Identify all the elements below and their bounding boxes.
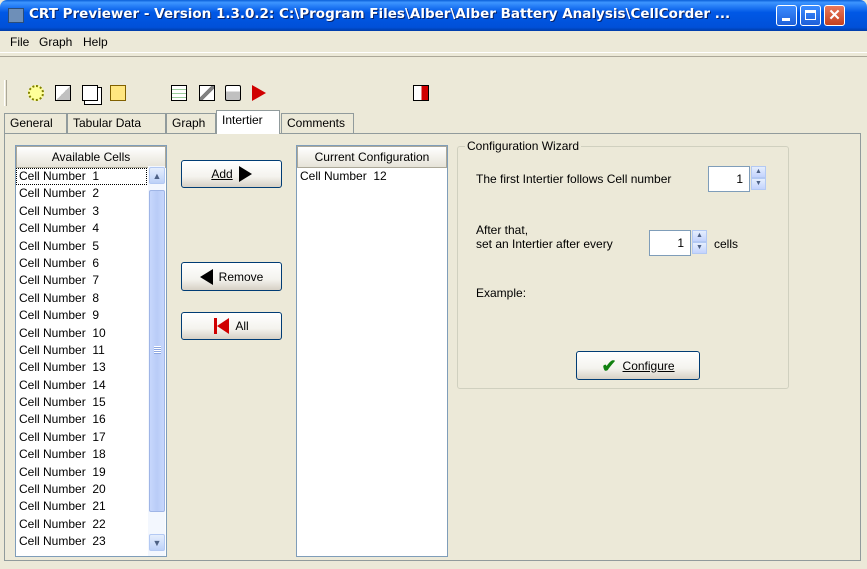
list-item[interactable]: Cell Number 13 — [16, 359, 147, 376]
spin-up-icon[interactable]: ▲ — [692, 230, 707, 242]
remove-all-icon — [214, 318, 230, 334]
list-item[interactable]: Cell Number 7 — [16, 272, 147, 289]
configure-button-label: Configure — [622, 358, 675, 373]
first-intertier-label: The first Intertier follows Cell number — [476, 172, 672, 186]
arrow-right-icon — [252, 85, 266, 101]
scroll-thumb[interactable] — [149, 190, 165, 512]
configure-button[interactable]: ✔ Configure — [576, 351, 700, 380]
spin-up-icon[interactable]: ▲ — [751, 166, 766, 178]
menu-graph[interactable]: Graph — [39, 35, 72, 49]
add-button-label: Add — [211, 167, 233, 181]
remove-button[interactable]: Remove — [181, 262, 282, 291]
minimize-button[interactable] — [776, 5, 797, 26]
arrow-right-icon — [238, 166, 252, 182]
toolbar-report-button[interactable] — [107, 82, 129, 104]
chevron-down-icon: ▼ — [152, 538, 162, 548]
minimize-icon — [782, 18, 790, 21]
copy-icon — [82, 85, 98, 101]
available-cells-list[interactable]: Available Cells Cell Number 1 Cell Number… — [15, 145, 167, 557]
add-button[interactable]: Add — [181, 160, 282, 188]
maximize-button[interactable] — [800, 5, 821, 26]
tab-general[interactable]: General — [4, 113, 67, 133]
after-that-label: After that, — [476, 223, 529, 237]
print-icon — [225, 85, 241, 101]
toolbar-grip — [4, 80, 7, 106]
toolbar-settings-button[interactable] — [196, 82, 218, 104]
list-item[interactable]: Cell Number 5 — [16, 238, 147, 255]
list-item[interactable]: Cell Number 21 — [16, 498, 147, 515]
list-item[interactable]: Cell Number 22 — [16, 516, 147, 533]
settings-icon — [199, 85, 215, 101]
app-icon[interactable] — [8, 8, 24, 23]
remove-all-button-label: All — [235, 319, 249, 333]
tab-tabular-data[interactable]: Tabular Data — [67, 113, 166, 133]
exit-icon — [413, 85, 429, 101]
tab-intertier[interactable]: Intertier — [216, 110, 280, 134]
list-item[interactable]: Cell Number 6 — [16, 255, 147, 272]
menu-file[interactable]: File — [10, 35, 29, 49]
list-item[interactable]: Cell Number 23 — [16, 533, 147, 550]
checkmark-icon: ✔ — [601, 355, 617, 376]
toolbar-exit-button[interactable] — [410, 82, 432, 104]
toolbar-forward-button[interactable] — [248, 82, 270, 104]
list-item[interactable]: Cell Number 17 — [16, 429, 147, 446]
close-icon: ✕ — [828, 7, 841, 24]
list-item[interactable]: Cell Number 4 — [16, 220, 147, 237]
current-configuration-header[interactable]: Current Configuration — [297, 146, 447, 168]
intertier-every-label: set an Intertier after every — [476, 237, 613, 251]
spin-down-icon[interactable]: ▼ — [751, 178, 766, 190]
toolbar-copy-button[interactable] — [79, 82, 101, 104]
list-item[interactable]: Cell Number 1 — [16, 168, 147, 186]
spin-down-icon[interactable]: ▼ — [692, 242, 707, 254]
list-item[interactable]: Cell Number 20 — [16, 481, 147, 498]
tab-graph[interactable]: Graph — [166, 113, 216, 133]
list-item[interactable]: Cell Number 16 — [16, 411, 147, 428]
list-item[interactable]: Cell Number 12 — [297, 168, 447, 185]
available-cells-header[interactable]: Available Cells — [16, 146, 166, 168]
available-cells-items: Cell Number 1 Cell Number 2 Cell Number 3C… — [16, 168, 147, 551]
list-item[interactable]: Cell Number 14 — [16, 377, 147, 394]
bulb-icon — [28, 85, 44, 101]
example-label: Example: — [476, 286, 527, 300]
maximize-icon — [805, 10, 816, 20]
toolbar — [0, 56, 867, 106]
menu-help[interactable]: Help — [83, 35, 108, 49]
list-item[interactable]: Cell Number 11 — [16, 342, 147, 359]
configuration-wizard-title: Configuration Wizard — [465, 139, 582, 153]
toolbar-bulb-button[interactable] — [25, 82, 47, 104]
remove-button-label: Remove — [218, 269, 264, 284]
tab-comments[interactable]: Comments — [281, 113, 354, 133]
close-button[interactable]: ✕ — [824, 5, 845, 26]
current-configuration-items: Cell Number 12 — [297, 168, 447, 185]
chevron-up-icon: ▲ — [152, 171, 162, 181]
current-configuration-list[interactable]: Current Configuration Cell Number 12 — [296, 145, 448, 557]
list-item[interactable]: Cell Number 19 — [16, 464, 147, 481]
menu-bar — [0, 31, 867, 53]
grip-icon — [154, 346, 161, 354]
toolbar-edit-chart-button[interactable] — [168, 82, 190, 104]
first-intertier-spinner[interactable]: ▲ ▼ — [751, 166, 767, 190]
scroll-down-button[interactable]: ▼ — [149, 534, 165, 551]
list-item[interactable]: Cell Number 3 — [16, 203, 147, 220]
intertier-every-spinner[interactable]: ▲ ▼ — [692, 230, 708, 254]
list-item[interactable]: Cell Number 8 — [16, 290, 147, 307]
report-icon — [110, 85, 126, 101]
list-item[interactable]: Cell Number 2 — [16, 185, 147, 202]
first-intertier-input[interactable]: 1 — [708, 166, 750, 192]
cells-label: cells — [714, 237, 739, 251]
arrow-left-icon — [199, 268, 213, 285]
scroll-up-button[interactable]: ▲ — [149, 167, 165, 184]
export-icon — [55, 85, 71, 101]
window-title: CRT Previewer - Version 1.3.0.2: C:\Prog… — [29, 6, 731, 22]
list-item[interactable]: Cell Number 18 — [16, 446, 147, 463]
list-item[interactable]: Cell Number 9 — [16, 307, 147, 324]
edit-chart-icon — [171, 85, 187, 101]
remove-all-button[interactable]: All — [181, 312, 282, 340]
toolbar-print-button[interactable] — [222, 82, 244, 104]
toolbar-export-button[interactable] — [52, 82, 74, 104]
list-item[interactable]: Cell Number 15 — [16, 394, 147, 411]
intertier-every-input[interactable]: 1 — [649, 230, 691, 256]
list-item[interactable]: Cell Number 10 — [16, 325, 147, 342]
